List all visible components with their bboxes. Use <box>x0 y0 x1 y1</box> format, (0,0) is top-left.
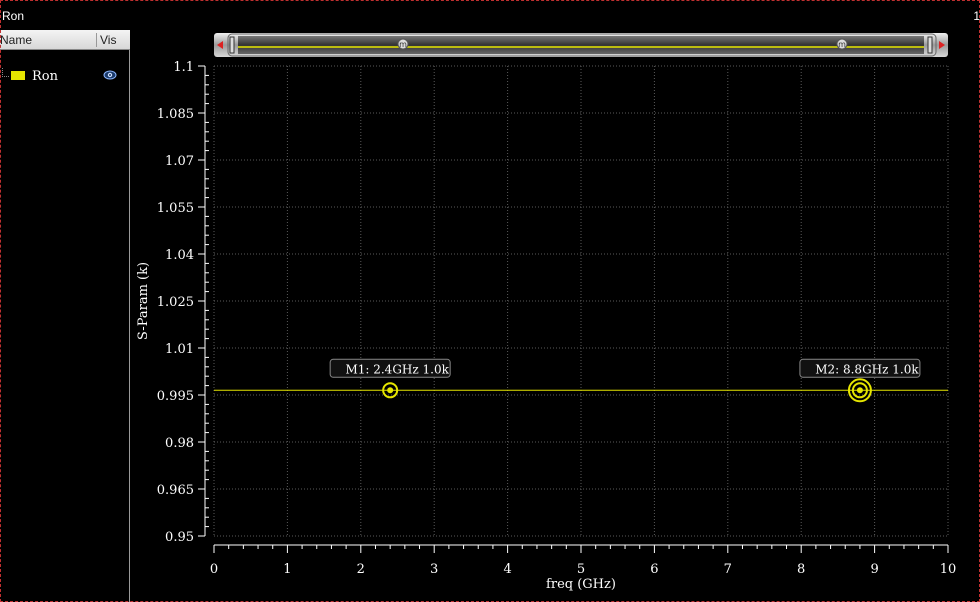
x-tick-label: 10 <box>940 562 957 577</box>
y-tick-label: 1.085 <box>157 107 194 122</box>
x-tick-label: 8 <box>797 562 805 577</box>
x-tick-label: 0 <box>210 562 218 577</box>
x-tick-label: 3 <box>430 562 438 577</box>
y-tick-label: 0.965 <box>157 483 194 498</box>
y-axis-label: S-Param (k) <box>136 262 151 340</box>
y-tick-label: 1.01 <box>165 342 194 357</box>
y-tick-label: 1.04 <box>165 248 194 263</box>
x-tick-label: 9 <box>870 562 878 577</box>
marker-label: M2: 8.8GHz 1.0k <box>815 362 919 376</box>
x-tick-label: 1 <box>283 562 291 577</box>
marker-dot[interactable] <box>387 387 394 394</box>
y-tick-label: 1.055 <box>157 201 194 216</box>
marker-dot[interactable] <box>856 387 863 394</box>
y-tick-label: 0.995 <box>157 389 194 404</box>
x-axis-label: freq (GHz) <box>546 577 616 592</box>
x-tick-label: 6 <box>650 562 658 577</box>
chart: 1.1 1.085 1.07 1.055 1.04 1.025 1.01 0.995 0.98 0… <box>136 60 957 592</box>
y-tick-label: 1.07 <box>165 154 194 169</box>
y-tick-label: 1.1 <box>173 60 194 75</box>
y-tick-label: 1.025 <box>157 295 194 310</box>
y-tick-label: 0.98 <box>165 436 194 451</box>
x-tick-label: 7 <box>724 562 732 577</box>
x-tick-label: 5 <box>577 562 585 577</box>
x-tick-label: 4 <box>503 562 511 577</box>
y-tick-label: 0.95 <box>165 530 194 545</box>
marker-label: M1: 2.4GHz 1.0k <box>345 362 449 376</box>
x-tick-label: 2 <box>357 562 365 577</box>
